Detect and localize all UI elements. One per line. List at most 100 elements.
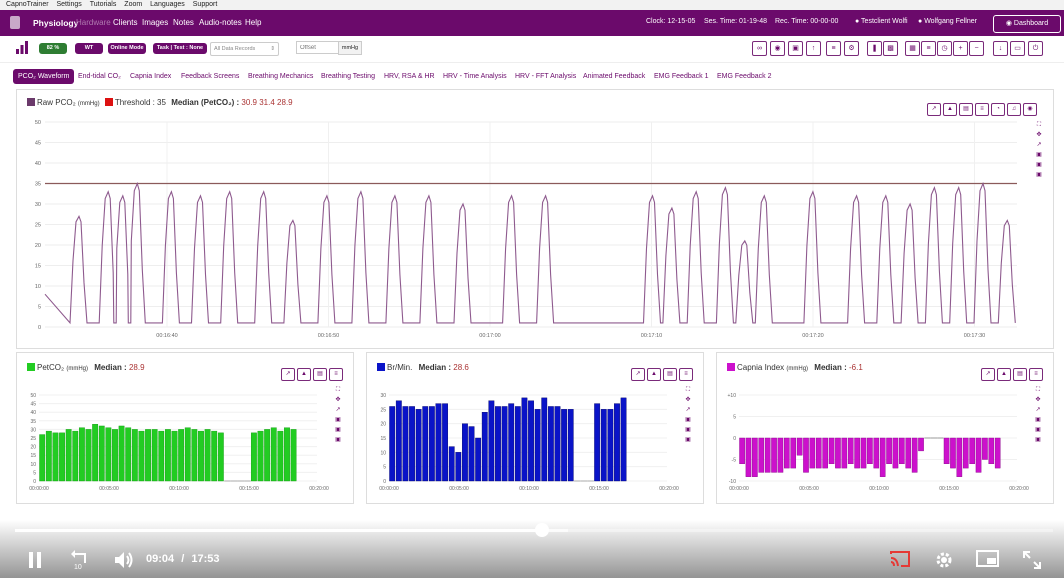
os-menu-item[interactable]: Tutorials — [90, 1, 117, 8]
bar — [481, 412, 488, 482]
nav-brand[interactable]: Physiology — [33, 18, 78, 28]
user-name[interactable]: ● Wolfgang Fellner — [918, 18, 977, 25]
monitor-icon[interactable]: ▭ — [1010, 41, 1025, 56]
y-tick-label: 35 — [35, 182, 41, 188]
bar — [752, 437, 758, 477]
raw-pco2-chart[interactable]: 0 5 10 15 20 25 30 35 40 45 50 00:16:40 00:16:50 00:1… — [17, 90, 1053, 348]
rewind-10-icon[interactable]: 10 — [69, 549, 91, 571]
os-menu-item[interactable]: Settings — [57, 1, 82, 8]
y-tick-label: 40 — [35, 161, 41, 167]
tab-end-tidal-co2[interactable]: End-tidal CO₂ — [73, 69, 126, 84]
bar — [284, 427, 290, 482]
online-mode-badge[interactable]: Online Mode — [108, 43, 146, 54]
client-name[interactable]: ● Testclient Wolfi — [855, 18, 908, 25]
bar — [211, 430, 218, 482]
bar — [847, 437, 854, 464]
tab-pco2-waveform[interactable]: PCO₂ Waveform — [13, 69, 75, 84]
settings-icon[interactable]: ⚙ — [844, 41, 859, 56]
y-tick-label: 15 — [35, 264, 41, 270]
nav-hardware[interactable]: Hardware — [76, 18, 111, 27]
pause-icon[interactable] — [27, 551, 43, 569]
x-tick-label: 00:00:00 — [29, 486, 49, 492]
save-icon[interactable]: ▦ — [905, 41, 920, 56]
x-tick-label: 00:20:00 — [659, 486, 679, 492]
video-scrubber-handle[interactable] — [535, 523, 549, 537]
tab-breathing-testing[interactable]: Breathing Testing — [316, 69, 380, 84]
bar — [415, 409, 422, 482]
offset-input[interactable] — [296, 41, 342, 54]
y-tick-label: 40 — [30, 410, 36, 416]
x-tick-label: 00:17:30 — [964, 333, 985, 339]
miniplayer-icon[interactable] — [976, 550, 1000, 568]
camera-icon[interactable]: ▣ — [788, 41, 803, 56]
bar — [899, 437, 905, 464]
bar — [790, 437, 797, 469]
power-icon[interactable]: ⏻ — [1028, 41, 1043, 56]
bar — [171, 430, 178, 482]
battery-badge: 82 % — [39, 43, 67, 54]
tab-hrv-fft-analysis[interactable]: HRV - FFT Analysis — [510, 69, 581, 84]
bar — [475, 437, 482, 482]
tab-emg-feedback-2[interactable]: EMG Feedback 2 — [712, 69, 776, 84]
microphone-icon[interactable]: ↑ — [806, 41, 821, 56]
wt-badge[interactable]: WT — [75, 43, 103, 54]
x-tick-label: 00:00:00 — [379, 486, 399, 492]
bar — [217, 432, 224, 482]
tab-feedback-screens[interactable]: Feedback Screens — [176, 69, 244, 84]
bar — [815, 437, 822, 469]
x-tick-label: 00:05:00 — [99, 486, 119, 492]
zoom-out-icon[interactable]: − — [969, 41, 984, 56]
petco2-chart[interactable]: 0 5 10 15 20 25 30 35 40 45 50 00:00:00 00:05:00 00:1… — [17, 353, 353, 503]
bar — [784, 437, 790, 469]
tab-hrv-time-analysis[interactable]: HRV - Time Analysis — [438, 69, 512, 84]
y-tick-label: 5 — [733, 415, 736, 421]
os-menu-item[interactable]: Zoom — [124, 1, 142, 8]
list-icon[interactable]: ≡ — [826, 41, 841, 56]
download-icon[interactable]: ↓ — [993, 41, 1008, 56]
tab-hrv-rsa-hr[interactable]: HRV, RSA & HR — [379, 69, 440, 84]
trash-icon[interactable]: ▩ — [883, 41, 898, 56]
nav-images[interactable]: Images — [142, 18, 168, 27]
task-test-badge[interactable]: Task | Test : None — [153, 43, 207, 54]
unit-label: mmHg — [338, 41, 362, 55]
os-menu-item[interactable]: Languages — [150, 1, 185, 8]
y-tick-label: 20 — [35, 243, 41, 249]
settings-gear-icon[interactable] — [934, 550, 954, 570]
bar — [138, 430, 145, 482]
cast-icon[interactable] — [889, 550, 911, 568]
bar — [803, 437, 809, 473]
nav-audio-notes[interactable]: Audio-notes — [199, 18, 242, 27]
zoom-in-icon[interactable]: + — [953, 41, 968, 56]
capnia-index-chart[interactable]: +10 5 0 -5 -1000:00:00 00:05:00 00:10:00 00:15:… — [717, 353, 1053, 503]
volume-icon[interactable] — [113, 550, 135, 570]
nav-clients[interactable]: Clients — [113, 18, 137, 27]
x-tick-label: 00:20:00 — [1009, 486, 1029, 492]
clock-icon[interactable]: ◷ — [937, 41, 952, 56]
bar — [607, 409, 614, 482]
nav-notes[interactable]: Notes — [173, 18, 194, 27]
bar — [184, 427, 191, 482]
y-tick-label: 15 — [380, 436, 386, 442]
record-icon[interactable]: ◉ — [770, 41, 785, 56]
fullscreen-icon[interactable] — [1022, 550, 1042, 570]
bar — [151, 429, 158, 482]
bar — [92, 424, 99, 482]
dashboard-button[interactable]: ◉ Dashboard — [993, 15, 1061, 33]
bar — [739, 437, 745, 464]
record-time: Rec. Time: 00-00-00 — [775, 18, 839, 25]
petco2-panel: PetCO₂ (mmHg) Median : 28.9 ↗ ▲ ▤ ≡ ⛶ ✥ ↗ ▣ ▣ ▣ … — [16, 352, 354, 504]
pause-icon[interactable]: ❚ — [867, 41, 882, 56]
tab-breathing-mechanics[interactable]: Breathing Mechanics — [243, 69, 318, 84]
tab-emg-feedback-1[interactable]: EMG Feedback 1 — [649, 69, 713, 84]
y-tick-label: 0 — [38, 325, 41, 331]
tab-animated-feedback[interactable]: Animated Feedback — [578, 69, 650, 84]
app-header: Physiology Hardware Clients Images Notes… — [0, 10, 1064, 36]
tab-capnia-index[interactable]: Capnia Index — [125, 69, 176, 84]
os-menu-item[interactable]: CapnoTrainer — [6, 1, 49, 8]
notes-icon[interactable]: ≡ — [921, 41, 936, 56]
link-icon[interactable]: ∞ — [752, 41, 767, 56]
nav-help[interactable]: Help — [245, 18, 261, 27]
breath-rate-chart[interactable]: 0 5 10 15 20 25 30 00:00:00 00:05:00 00:10:00 00:1… — [367, 353, 703, 503]
os-menu-item[interactable]: Support — [193, 1, 218, 8]
records-select[interactable]: All Data Records ⇕ — [210, 42, 279, 56]
